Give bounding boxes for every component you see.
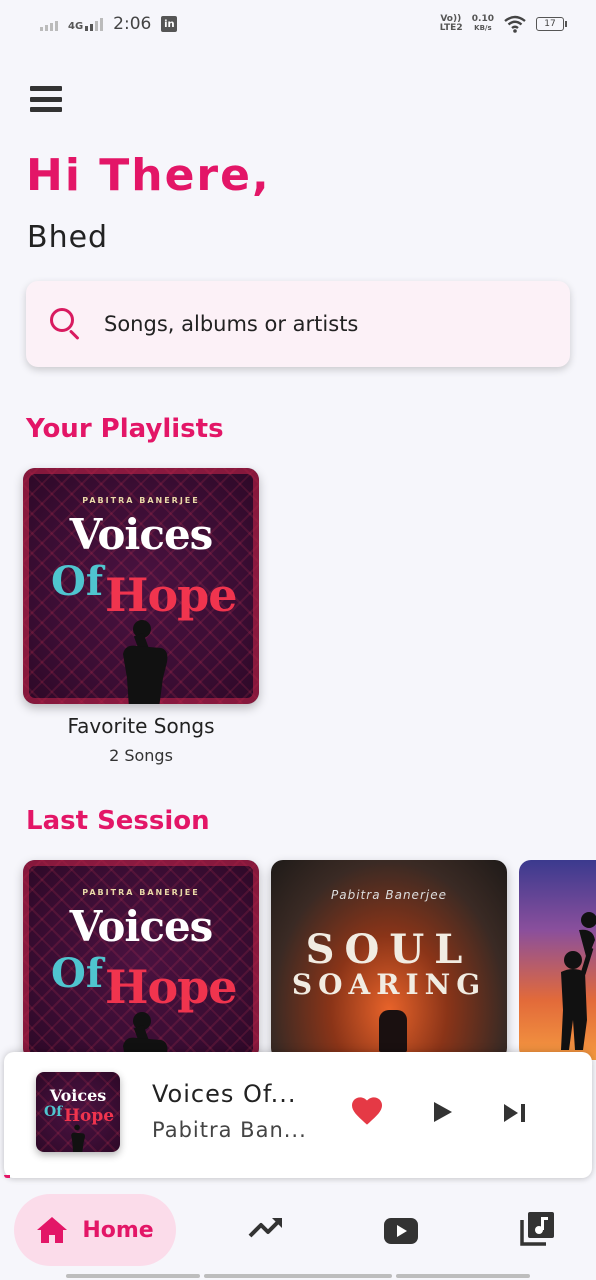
battery-level: 17 <box>544 19 556 29</box>
cover-artist: PABITRA BANERJEE <box>82 888 200 897</box>
now-playing-bar[interactable]: Voices Of Hope Voices Of... Pabitra Ban.… <box>4 1052 592 1178</box>
cover-artist: PABITRA BANERJEE <box>82 496 200 505</box>
mini-cover-line2a: Of <box>44 1104 63 1120</box>
search-bar[interactable] <box>26 281 570 367</box>
cover-title-line1: Voices <box>69 902 214 951</box>
greeting-title: Hi There, <box>26 150 271 201</box>
mini-cover-line2b: Hope <box>64 1106 115 1126</box>
playlist-title: Favorite Songs <box>67 714 215 738</box>
cover-artist: Pabitra Banerjee <box>331 888 447 902</box>
bottom-navigation: Home <box>0 1186 596 1280</box>
cover-title-line1: SOUL <box>305 926 473 973</box>
status-bar: 4G 2:06 in Vo)) LTE2 0.10 KB/s 17 <box>0 0 596 48</box>
cover-title-line2: SOARING <box>291 968 487 1001</box>
username-label: Bhed <box>27 220 109 255</box>
playlist-song-count: 2 Songs <box>109 746 173 765</box>
linkedin-icon: in <box>161 16 178 32</box>
playback-progress-bar <box>4 1175 10 1178</box>
mini-cover-line1: Voices <box>49 1086 107 1105</box>
menu-icon[interactable] <box>30 86 62 112</box>
status-right: Vo)) LTE2 0.10 KB/s 17 <box>439 14 567 33</box>
now-playing-title: Voices Of... <box>152 1080 297 1108</box>
microphone-fist-icon <box>71 1124 85 1152</box>
microphone-fist-icon <box>123 620 168 704</box>
home-icon <box>37 1217 68 1243</box>
volte-indicator: Vo)) LTE2 <box>439 14 463 33</box>
trending-icon[interactable] <box>248 1216 284 1238</box>
skip-next-icon[interactable] <box>502 1102 528 1124</box>
now-playing-artist: Pabitra Ban... <box>152 1118 307 1142</box>
playlist-cover-favorite-songs[interactable]: PABITRA BANERJEE Voices Of Hope <box>23 468 259 704</box>
play-icon[interactable] <box>432 1100 454 1124</box>
wifi-icon <box>504 15 526 33</box>
now-playing-cover[interactable]: Voices Of Hope <box>36 1072 120 1152</box>
status-time: 2:06 <box>113 14 152 34</box>
speed-value: 0.10 <box>471 14 494 24</box>
gesture-bar-right <box>396 1274 530 1278</box>
cover-title-line2b: Hope <box>105 568 238 622</box>
gesture-bar-center <box>204 1274 392 1278</box>
status-left: 4G 2:06 in <box>40 14 178 34</box>
music-library-icon[interactable] <box>520 1212 554 1246</box>
cover-title-line2a: Of <box>51 558 104 605</box>
mobile-signal-icon <box>85 17 104 31</box>
last-session-card[interactable] <box>519 860 596 1060</box>
cover-title-line2a: Of <box>51 950 104 997</box>
search-input[interactable] <box>104 312 504 336</box>
last-session-card[interactable]: PABITRA BANERJEE Voices Of Hope <box>23 860 259 1060</box>
last-session-section-title: Last Session <box>26 806 210 836</box>
playlist-caption[interactable]: Favorite Songs 2 Songs <box>23 714 259 765</box>
playlists-section-title: Your Playlists <box>26 414 224 444</box>
last-session-card[interactable]: Pabitra Banerjee SOUL SOARING <box>271 860 507 1060</box>
nav-home-label: Home <box>82 1217 154 1243</box>
nav-item-home[interactable]: Home <box>14 1194 176 1266</box>
silhouette-figure <box>379 1010 407 1052</box>
signal-strength-icon <box>40 17 58 31</box>
battery-icon: 17 <box>536 17 567 31</box>
cover-title-line1: Voices <box>69 510 214 559</box>
parent-child-silhouette <box>561 912 596 1050</box>
search-icon <box>48 306 84 342</box>
heart-icon[interactable] <box>350 1096 384 1126</box>
speed-unit: KB/s <box>474 24 492 32</box>
youtube-icon[interactable] <box>384 1218 418 1244</box>
network-indicator: 4G <box>68 17 104 32</box>
gesture-bar-left <box>66 1274 200 1278</box>
network-speed: 0.10 KB/s <box>472 15 494 33</box>
cover-title-line2b: Hope <box>105 960 238 1014</box>
network-type: 4G <box>68 21 84 32</box>
